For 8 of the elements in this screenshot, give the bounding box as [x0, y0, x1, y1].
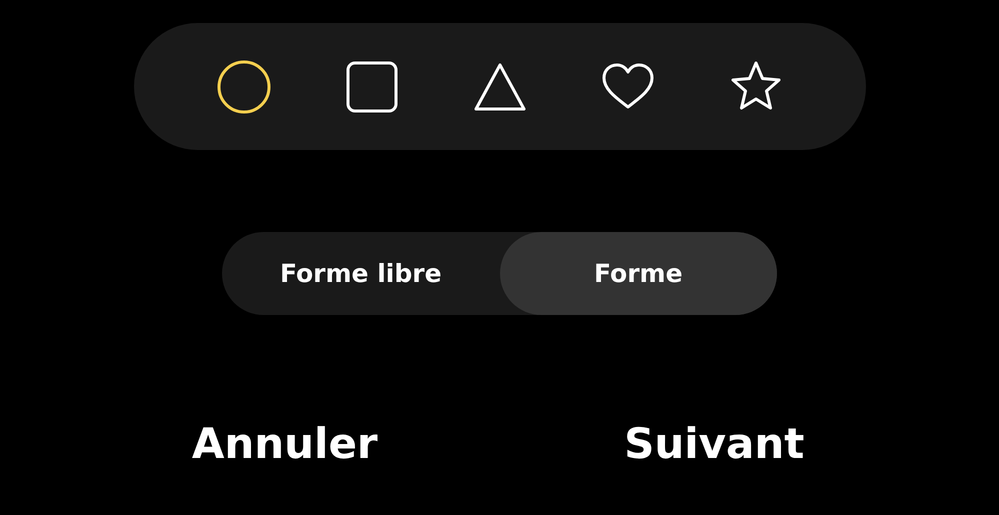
mode-tab[interactable]: Forme	[500, 232, 777, 315]
cancel-button[interactable]: Annuler	[0, 415, 500, 472]
mode-tab[interactable]: Forme libre	[222, 232, 500, 315]
circle-shape-button[interactable]	[216, 58, 272, 114]
next-button[interactable]: Suivant	[500, 415, 999, 472]
circle-icon	[216, 58, 272, 114]
square-shape-button[interactable]	[344, 58, 400, 114]
square-icon	[344, 58, 400, 114]
